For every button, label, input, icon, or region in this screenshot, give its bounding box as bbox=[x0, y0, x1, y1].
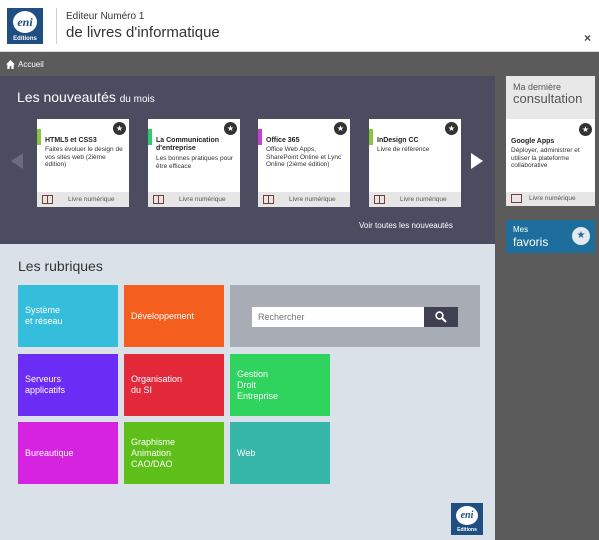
favorite-star-icon[interactable]: ★ bbox=[113, 122, 126, 135]
search-input[interactable] bbox=[252, 307, 424, 327]
star-icon: ★ bbox=[572, 227, 590, 245]
releases-title: Les nouveautés du mois bbox=[17, 89, 155, 105]
category-tile-web[interactable]: Web bbox=[230, 422, 330, 484]
category-tile-serveurs[interactable]: Serveurs applicatifs bbox=[18, 354, 118, 416]
new-releases-panel: Les nouveautés du mois ★ HTML5 et CSS3 F… bbox=[0, 76, 495, 244]
releases-title-small: du mois bbox=[119, 94, 155, 105]
category-tile-developpement[interactable]: Développement bbox=[124, 285, 224, 347]
header-subtitle: Editeur Numéro 1 bbox=[66, 11, 145, 22]
category-tile-gestion[interactable]: Gestion Droit Entreprise bbox=[230, 354, 330, 416]
see-all-releases-link[interactable]: Voir toutes les nouveautés bbox=[359, 221, 453, 230]
releases-title-main: Les nouveautés bbox=[17, 89, 116, 105]
book-description: Les bonnes pratiques pour être efficace bbox=[156, 155, 233, 170]
book-card[interactable]: ★ InDesign CC Livre de référence Livre n… bbox=[369, 119, 461, 207]
search-panel bbox=[230, 285, 480, 347]
search-button[interactable] bbox=[424, 307, 458, 327]
book-title: Google Apps bbox=[511, 138, 555, 145]
card-footer: Livre numérique bbox=[258, 192, 350, 207]
book-description: Déployer, administrer et utiliser la pla… bbox=[511, 147, 580, 169]
book-format: Livre numérique bbox=[289, 196, 336, 203]
categories-title: Les rubriques bbox=[18, 258, 103, 274]
book-card[interactable]: ★ HTML5 et CSS3 Faites évoluer le design… bbox=[37, 119, 129, 207]
card-footer: Livre numérique bbox=[369, 192, 461, 207]
book-card[interactable]: ★ Google Apps Déployer, administrer et u… bbox=[506, 119, 595, 206]
book-title: Office 365 bbox=[266, 137, 300, 144]
carousel-next-arrow-icon[interactable] bbox=[471, 153, 483, 169]
book-card[interactable]: ★ Office 365 Office Web Apps, SharePoint… bbox=[258, 119, 350, 207]
carousel-prev-arrow-icon[interactable] bbox=[11, 153, 23, 169]
eni-logo-footer[interactable]: eni Editions bbox=[451, 503, 483, 535]
book-title: HTML5 et CSS3 bbox=[45, 137, 97, 144]
card-footer: Livre numérique bbox=[506, 192, 595, 206]
book-description: Livre de référence bbox=[377, 146, 430, 153]
card-accent bbox=[37, 129, 41, 145]
category-tile-graphisme[interactable]: Graphisme Animation CAO/DAO bbox=[124, 422, 224, 484]
favorite-star-icon[interactable]: ★ bbox=[579, 123, 592, 136]
home-icon[interactable] bbox=[6, 60, 15, 69]
last-consultation-title: Ma dernière consultation bbox=[513, 82, 582, 106]
favorites-label-line2: favoris bbox=[513, 235, 549, 249]
category-tile-systeme[interactable]: Système et réseau bbox=[18, 285, 118, 347]
header-title: de livres d'informatique bbox=[66, 24, 220, 41]
favorites-button[interactable]: Mes favoris ★ bbox=[506, 220, 595, 253]
search-icon bbox=[435, 311, 447, 323]
favorite-star-icon[interactable]: ★ bbox=[445, 122, 458, 135]
category-tile-organisation[interactable]: Organisation du SI bbox=[124, 354, 224, 416]
logo-mark: eni bbox=[456, 506, 478, 525]
breadcrumb-home[interactable]: Accueil bbox=[18, 60, 44, 69]
card-footer: Livre numérique bbox=[148, 192, 240, 207]
last-consultation-title-big: consultation bbox=[513, 91, 583, 106]
favorites-label: Mes favoris bbox=[513, 224, 548, 250]
eni-logo[interactable]: eni Editions bbox=[7, 8, 43, 44]
book-card[interactable]: ★ La Communication d'entreprise Les bonn… bbox=[148, 119, 240, 207]
book-title: La Communication d'entreprise bbox=[156, 137, 220, 152]
category-tile-bureautique[interactable]: Bureautique bbox=[18, 422, 118, 484]
card-accent bbox=[148, 129, 152, 145]
logo-sub-label: Editions bbox=[13, 36, 37, 42]
last-consultation-panel: Ma dernière consultation ★ Google Apps D… bbox=[506, 76, 595, 206]
book-format: Livre numérique bbox=[529, 195, 576, 202]
favorite-star-icon[interactable]: ★ bbox=[334, 122, 347, 135]
book-description: Office Web Apps, SharePoint Online et Ly… bbox=[266, 146, 342, 168]
ebook-icon bbox=[511, 194, 522, 203]
breadcrumb: Accueil bbox=[0, 57, 599, 73]
header-divider bbox=[56, 8, 57, 44]
favorite-star-icon[interactable]: ★ bbox=[224, 122, 237, 135]
ebook-icon bbox=[263, 195, 274, 204]
ebook-icon bbox=[153, 195, 164, 204]
categories-panel: Les rubriques Système et réseau Développ… bbox=[0, 244, 495, 540]
card-footer: Livre numérique bbox=[37, 192, 129, 207]
ebook-icon bbox=[42, 195, 53, 204]
book-description: Faites évoluer le design de vos sites we… bbox=[45, 146, 123, 168]
logo-sub-label: Editions bbox=[457, 527, 477, 533]
app-header: eni Editions Editeur Numéro 1 de livres … bbox=[0, 0, 599, 52]
card-accent bbox=[258, 129, 262, 145]
book-title: InDesign CC bbox=[377, 137, 419, 144]
book-format: Livre numérique bbox=[179, 196, 226, 203]
card-accent bbox=[369, 129, 373, 145]
favorites-label-line1: Mes bbox=[513, 225, 529, 234]
book-format: Livre numérique bbox=[400, 196, 447, 203]
book-format: Livre numérique bbox=[68, 196, 115, 203]
logo-mark: eni bbox=[13, 11, 37, 33]
ebook-icon bbox=[374, 195, 385, 204]
close-icon[interactable]: × bbox=[584, 31, 591, 45]
